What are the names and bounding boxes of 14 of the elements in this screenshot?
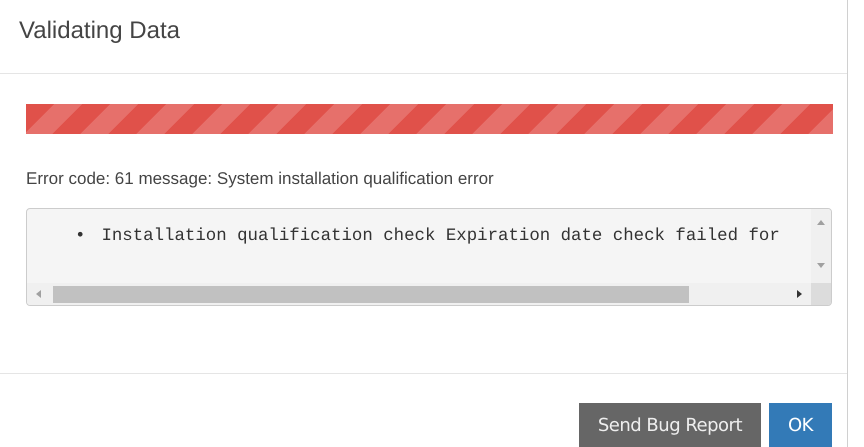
- scroll-right-icon[interactable]: [795, 290, 803, 298]
- scroll-left-icon[interactable]: [35, 290, 43, 298]
- error-message: Error code: 61 message: System installation qualification error: [26, 169, 495, 189]
- scroll-thumb[interactable]: [53, 286, 689, 303]
- scroll-up-icon[interactable]: [817, 219, 825, 227]
- scrollbar-corner: [811, 283, 831, 305]
- bullet: •: [75, 227, 86, 246]
- ok-button[interactable]: OK: [769, 403, 832, 447]
- detail-text: Installation qualification check Expiration date check failed for: [101, 227, 780, 246]
- dialog-title: Validating Data: [19, 17, 181, 45]
- send-report-button[interactable]: Send Bug Report: [578, 403, 762, 447]
- vertical-scrollbar[interactable]: [811, 209, 831, 283]
- horizontal-scrollbar[interactable]: [27, 283, 811, 305]
- scroll-down-icon[interactable]: [817, 261, 825, 269]
